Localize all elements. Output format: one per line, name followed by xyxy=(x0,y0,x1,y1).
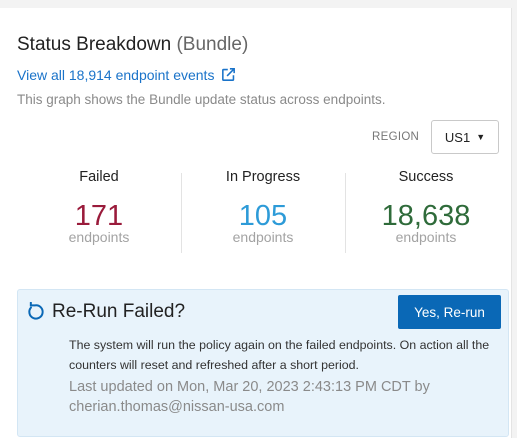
graph-description: This graph shows the Bundle update statu… xyxy=(17,92,386,107)
in-progress-unit: endpoints xyxy=(232,229,294,245)
region-dropdown[interactable]: US1 ▼ xyxy=(431,120,499,154)
failed-count: 171 xyxy=(74,200,124,232)
external-link-icon[interactable] xyxy=(220,66,237,83)
region-selected-value[interactable]: US1 xyxy=(445,130,470,145)
title-subtitle: (Bundle) xyxy=(176,34,249,55)
in-progress-stat: In Progress 105 endpoints xyxy=(183,166,343,245)
view-endpoint-events-link[interactable]: View all 18,914 endpoint events xyxy=(17,66,237,83)
caret-down-icon[interactable]: ▼ xyxy=(476,132,485,142)
last-updated-text: Last updated on Mon, Mar 20, 2023 2:43:1… xyxy=(69,379,430,415)
region-label: REGION xyxy=(372,131,420,143)
in-progress-count: 105 xyxy=(238,200,288,232)
stat-divider xyxy=(181,173,182,253)
rerun-banner: Re-Run Failed? Yes, Re-run The system wi… xyxy=(17,289,509,437)
success-count: 18,638 xyxy=(381,200,471,232)
events-link-text[interactable]: View all 18,914 endpoint events xyxy=(17,67,214,83)
failed-unit: endpoints xyxy=(68,229,130,245)
in-progress-label: In Progress xyxy=(225,169,301,185)
refresh-icon xyxy=(25,301,45,327)
status-breakdown-card: Status Breakdown (Bundle) View all 18,91… xyxy=(0,8,512,438)
card-title: Status Breakdown (Bundle) xyxy=(17,34,248,56)
success-stat: Success 18,638 endpoints xyxy=(346,166,506,245)
rerun-heading: Re-Run Failed? xyxy=(52,301,186,322)
yes-rerun-button[interactable]: Yes, Re-run xyxy=(398,295,501,329)
title-text: Status Breakdown xyxy=(17,34,172,55)
rerun-description: The system will run the policy again on … xyxy=(69,338,490,372)
success-unit: endpoints xyxy=(395,229,457,245)
failed-stat: Failed 171 endpoints xyxy=(19,166,179,245)
success-label: Success xyxy=(398,169,454,185)
failed-label: Failed xyxy=(79,169,119,185)
